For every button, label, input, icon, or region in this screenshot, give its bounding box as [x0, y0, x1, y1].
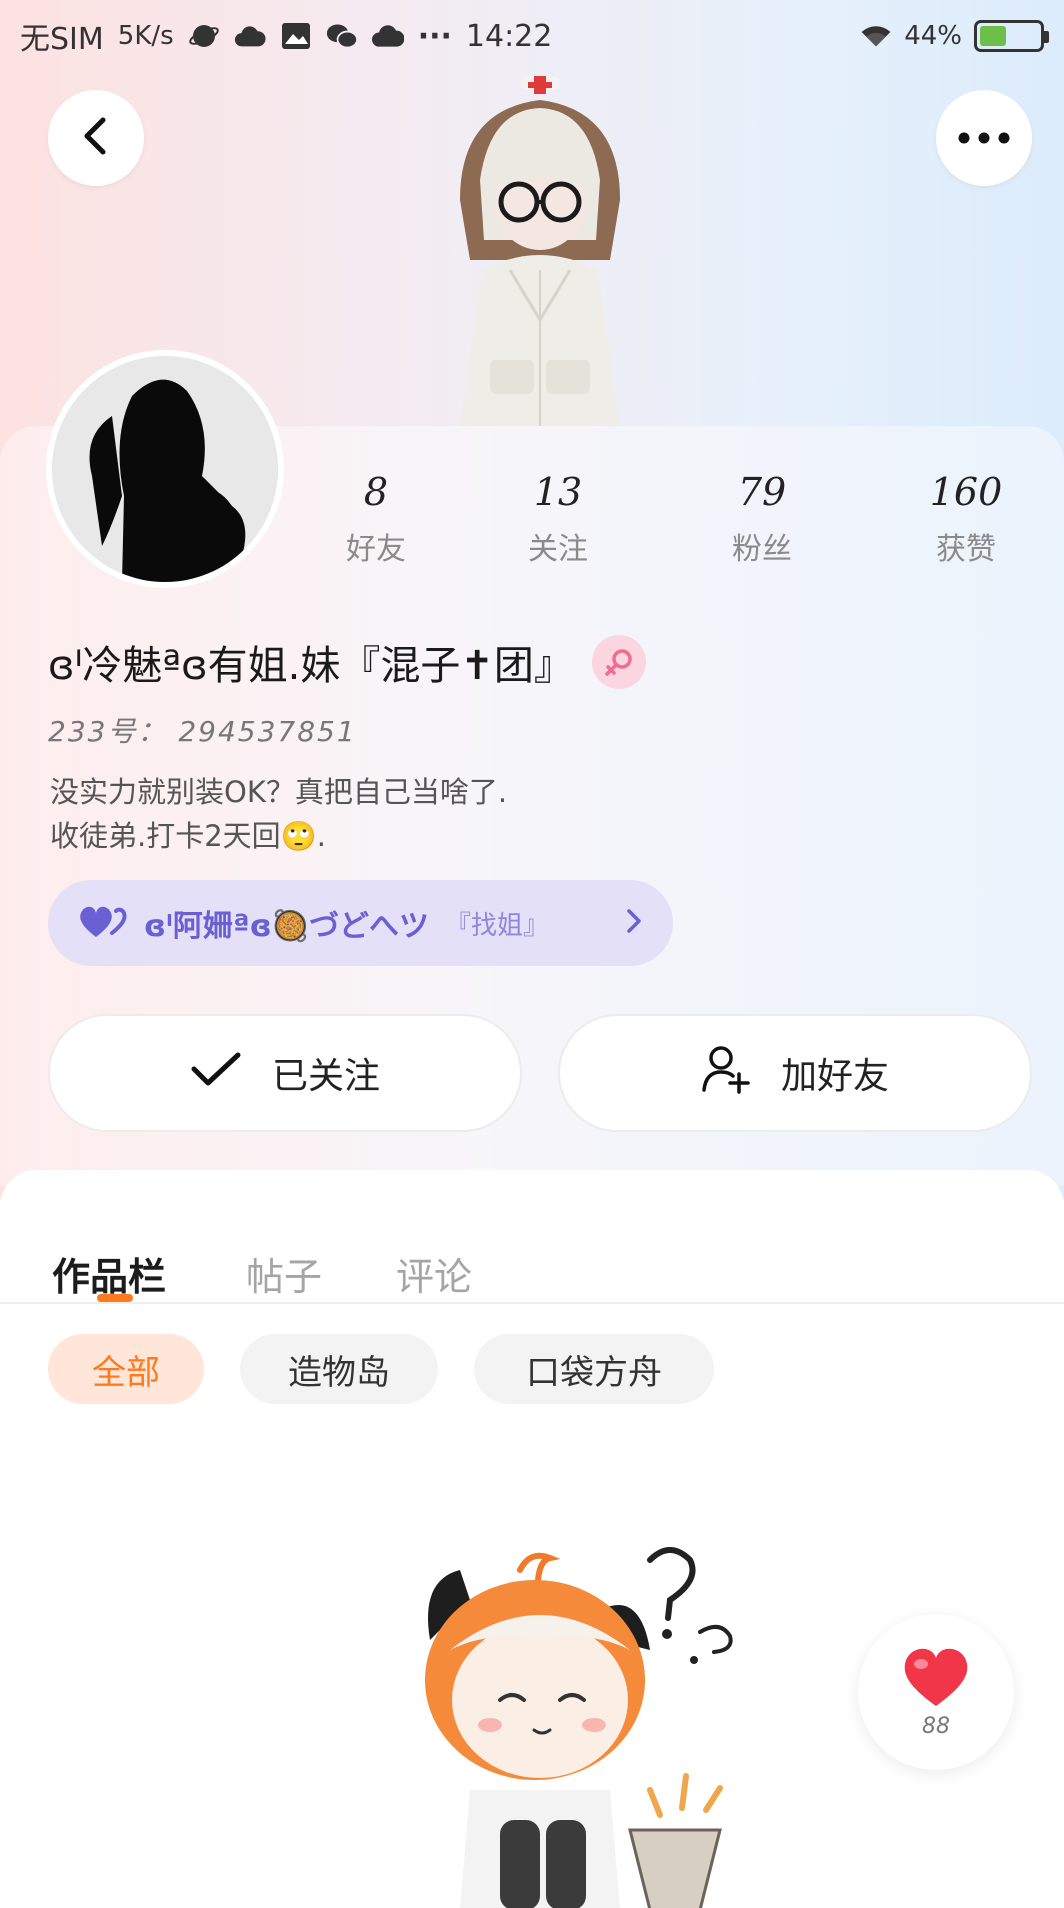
stat-value: 79	[737, 470, 787, 514]
stat-friends[interactable]: 8 好友	[306, 470, 446, 568]
tab-comments[interactable]: 评论	[396, 1246, 472, 1301]
stat-fans[interactable]: 79 粉丝	[692, 470, 832, 568]
add-friend-label: 加好友	[780, 1056, 889, 1097]
stat-likes[interactable]: 160 获赞	[896, 470, 1036, 568]
battery-percent: 44%	[904, 21, 962, 51]
clock: 14:22	[465, 18, 553, 54]
username-row: ɞᑊ冷魅ªɞ有姐.妹『混子✝团』	[48, 632, 646, 692]
like-count: 88	[922, 1713, 950, 1739]
chevron-left-icon	[79, 116, 113, 160]
check-icon	[190, 1049, 242, 1098]
more-notifications: ···	[417, 18, 452, 54]
followed-button[interactable]: 已关注	[48, 1014, 522, 1132]
stat-label: 粉丝	[732, 532, 792, 567]
filter-pocket-ark[interactable]: 口袋方舟	[474, 1334, 714, 1404]
status-bar: 无SIM 5K/s ··· 14:22 44%	[0, 0, 1064, 72]
wechat-icon	[326, 20, 358, 52]
like-button[interactable]: 88	[858, 1614, 1014, 1770]
filter-creation-island[interactable]: 造物岛	[240, 1334, 438, 1404]
gallery-icon	[280, 20, 312, 52]
partner-name: ɞᑊ阿姍ªɞ🥘づどへツ	[144, 909, 430, 944]
stat-value: 8	[363, 470, 389, 514]
tab-posts[interactable]: 帖子	[246, 1246, 322, 1301]
stat-label: 好友	[346, 532, 406, 567]
cloud-icon-2	[371, 20, 404, 52]
tab-bar: 作品栏 帖子 评论	[0, 1210, 1064, 1310]
empty-state-illustration	[350, 1540, 770, 1908]
username: ɞᑊ冷魅ªɞ有姐.妹『混子✝团』	[48, 643, 574, 689]
partner-link[interactable]: ɞᑊ阿姍ªɞ🥘づどへツ 『找姐』	[48, 880, 673, 966]
add-user-icon	[701, 1044, 751, 1103]
more-horizontal-icon	[958, 129, 1010, 148]
character-3d-avatar[interactable]	[420, 70, 660, 426]
wifi-icon	[860, 20, 892, 52]
user-bio: 没实力就别装OK？真把自己当啥了. 收徒弟.打卡2天回🙄.	[50, 770, 507, 858]
battery-level	[980, 26, 1006, 46]
bio-line: 没实力就别装OK？真把自己当啥了.	[50, 775, 508, 809]
partner-tag: 『找姐』	[445, 910, 550, 941]
more-options-button[interactable]	[936, 90, 1032, 186]
profile-stats: 8 好友 13 关注 79 粉丝 160 获赞	[0, 470, 1064, 580]
stat-following[interactable]: 13 关注	[488, 470, 628, 568]
status-right: 44%	[860, 20, 1049, 52]
planet-icon	[188, 20, 220, 52]
network-speed: 5K/s	[117, 21, 174, 51]
battery-icon	[974, 20, 1049, 52]
filter-all[interactable]: 全部	[48, 1334, 204, 1404]
followed-label: 已关注	[271, 1056, 380, 1097]
user-id: 233号： 294537851	[48, 715, 357, 748]
back-button[interactable]	[48, 90, 144, 186]
stat-value: 160	[929, 470, 1003, 514]
tab-indicator	[97, 1294, 133, 1302]
chevron-right-icon	[625, 907, 643, 939]
stat-value: 13	[533, 470, 583, 514]
add-friend-button[interactable]: 加好友	[558, 1014, 1032, 1132]
tab-works[interactable]: 作品栏	[52, 1246, 166, 1301]
cloud-icon	[234, 20, 266, 52]
bio-line: 收徒弟.打卡2天回🙄.	[50, 819, 326, 853]
stat-label: 获赞	[936, 532, 996, 567]
female-icon	[591, 635, 646, 689]
stat-label: 关注	[528, 532, 588, 567]
status-left: 无SIM 5K/s ··· 14:22	[20, 14, 552, 58]
heart-icon	[901, 1646, 971, 1712]
heart-icon	[78, 903, 128, 943]
carrier-text: 无SIM	[20, 22, 104, 57]
divider	[0, 1302, 1064, 1304]
